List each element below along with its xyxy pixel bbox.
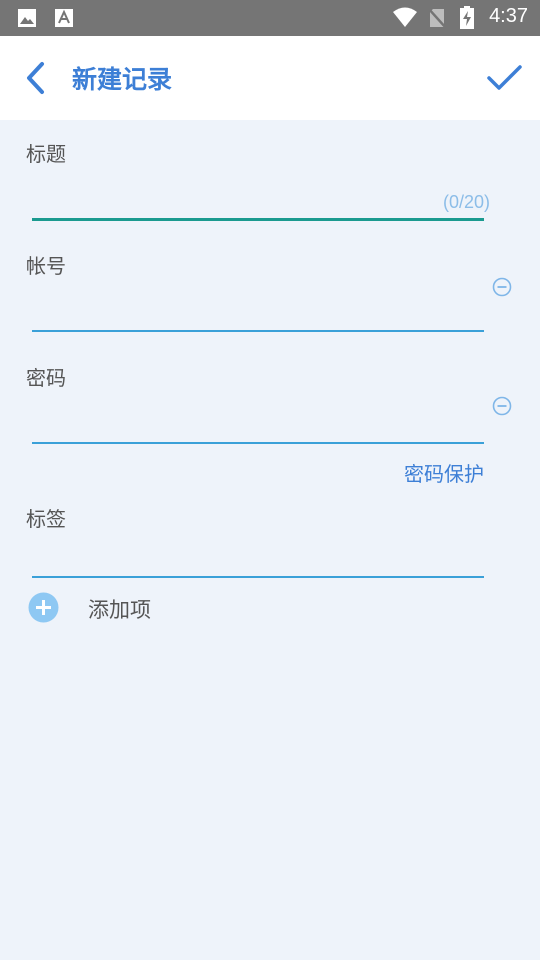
- back-button[interactable]: [18, 58, 54, 98]
- plus-circle-icon: [28, 592, 59, 623]
- minus-circle-icon[interactable]: [492, 277, 512, 297]
- text-a-icon: [55, 9, 73, 27]
- tags-underline: [32, 576, 484, 578]
- account-input[interactable]: [32, 292, 484, 328]
- password-label: 密码: [26, 366, 66, 390]
- tags-label: 标签: [26, 507, 66, 531]
- app-bar: 新建记录: [0, 36, 540, 120]
- battery-charging-icon: [460, 6, 474, 29]
- add-item-button[interactable]: 添加项: [28, 592, 228, 624]
- confirm-button[interactable]: [484, 58, 524, 98]
- status-bar: 4:37: [0, 0, 540, 36]
- account-label: 帐号: [26, 254, 66, 278]
- password-underline: [32, 442, 484, 444]
- wifi-icon: [393, 7, 417, 27]
- password-input[interactable]: [32, 404, 484, 440]
- title-char-counter: (0/20): [442, 192, 490, 212]
- image-icon: [18, 9, 36, 27]
- password-protect-link[interactable]: 密码保护: [404, 458, 484, 487]
- add-item-label: 添加项: [88, 598, 151, 622]
- tags-input[interactable]: [32, 538, 484, 574]
- check-icon: [487, 65, 522, 90]
- title-underline: [32, 218, 484, 221]
- account-underline: [32, 330, 484, 332]
- page-title: 新建记录: [72, 65, 173, 94]
- title-label: 标题: [26, 142, 66, 166]
- clock-time: 4:37: [489, 5, 528, 27]
- no-sim-icon: [428, 8, 446, 28]
- title-input[interactable]: [32, 180, 422, 216]
- minus-circle-icon[interactable]: [492, 396, 512, 416]
- chevron-left-icon: [27, 62, 44, 94]
